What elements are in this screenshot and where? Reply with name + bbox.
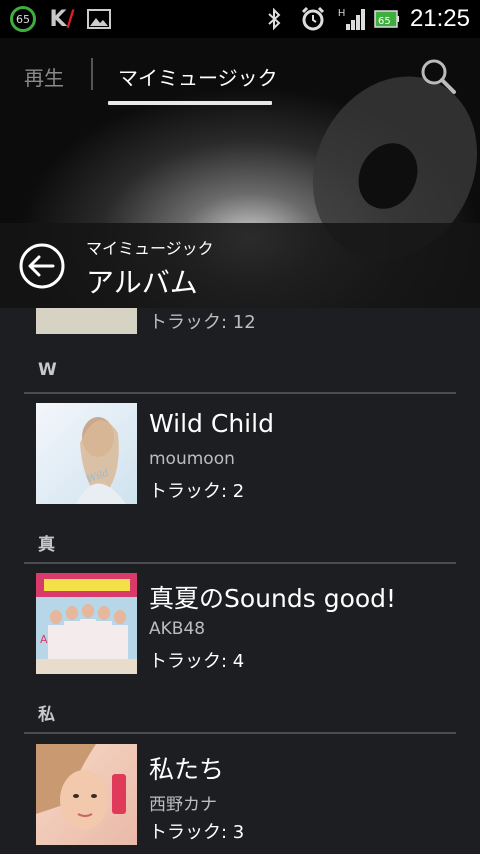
svg-text:65: 65: [378, 16, 391, 27]
tab-divider: [91, 58, 93, 90]
tab-my-music[interactable]: マイミュージック: [118, 62, 278, 91]
album-title: 私たち: [149, 755, 225, 784]
list-item[interactable]: A 真夏のSounds good! AKB48 トラック: 4: [0, 573, 480, 674]
tab-selected-indicator: [108, 101, 272, 105]
album-art: A: [36, 573, 137, 674]
album-art: Wild: [36, 403, 137, 504]
kaspersky-icon: K /: [49, 6, 75, 32]
divider: [24, 392, 456, 394]
signal-icon: H: [338, 6, 368, 32]
album-title: Wild Child: [149, 409, 274, 438]
list-item[interactable]: トラック: 12: [0, 308, 480, 338]
section-letter: 私: [38, 705, 55, 725]
alarm-icon: [300, 6, 326, 32]
breadcrumb: マイミュージック: [86, 239, 214, 258]
svg-text:A: A: [40, 633, 48, 646]
status-bar: 65 K / H 65 21:25: [0, 0, 480, 38]
divider: [24, 562, 456, 564]
bluetooth-icon: [266, 6, 282, 32]
search-button[interactable]: [418, 56, 458, 96]
section-letter: W: [38, 360, 57, 380]
list-item[interactable]: Wild Wild Child moumoon トラック: 2: [0, 403, 480, 504]
track-count: トラック: 4: [149, 651, 245, 672]
svg-text:H: H: [338, 8, 345, 19]
album-artist: 西野カナ: [149, 795, 217, 815]
album-artist: AKB48: [149, 619, 206, 639]
track-count: トラック: 12: [149, 312, 256, 333]
album-art: [36, 308, 137, 334]
tab-bar: 再生 マイミュージック: [0, 38, 480, 110]
section-header: 真: [24, 530, 456, 564]
back-arrow-icon: [19, 243, 65, 289]
divider: [24, 732, 456, 734]
track-count: トラック: 3: [149, 822, 245, 843]
album-title: 真夏のSounds good!: [149, 584, 397, 613]
section-header: W: [24, 360, 456, 394]
album-art: [36, 744, 137, 845]
album-list[interactable]: トラック: 12 W Wild Wild Child moumoon トラック:…: [0, 308, 480, 854]
track-count: トラック: 2: [149, 481, 245, 502]
section-letter: 真: [38, 535, 55, 555]
album-artist: moumoon: [149, 449, 235, 469]
title-bar: マイミュージック アルバム: [0, 223, 480, 308]
clock: 21:25: [409, 5, 470, 32]
gallery-icon: [86, 6, 112, 32]
battery-icon: 65: [372, 6, 402, 32]
back-button[interactable]: [18, 242, 66, 290]
notification-count-icon: 65: [10, 6, 36, 32]
header-banner: 再生 マイミュージック マイミュージック アルバム: [0, 38, 480, 308]
page-title: アルバム: [86, 266, 198, 299]
list-item[interactable]: 私たち 西野カナ トラック: 3: [0, 744, 480, 845]
search-icon: [421, 59, 456, 94]
section-header: 私: [24, 700, 456, 734]
tab-play[interactable]: 再生: [24, 62, 64, 91]
